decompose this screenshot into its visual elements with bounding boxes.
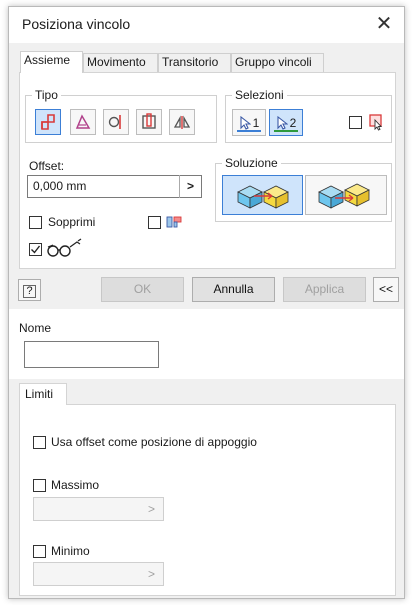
predict-offset-checkbox[interactable] (29, 243, 42, 256)
select-second-button[interactable]: 2 (269, 109, 303, 136)
close-icon: ✕ (375, 13, 393, 35)
tab-assieme[interactable]: Assieme (20, 51, 83, 73)
solution-mate-icon (236, 185, 289, 209)
tangent-constraint-icon (108, 115, 121, 129)
tab-limiti[interactable]: Limiti (19, 383, 67, 405)
minimo-input[interactable]: > (33, 562, 164, 586)
close-button[interactable]: ✕ (368, 9, 400, 39)
solution-mate-button[interactable] (222, 175, 303, 215)
massimo-checkbox[interactable] (33, 479, 46, 492)
select-second-label: 2 (289, 115, 297, 130)
selezioni-legend: Selezioni (232, 88, 287, 102)
insert-constraint-button[interactable] (136, 109, 162, 135)
ok-button[interactable]: OK (101, 277, 184, 302)
dialog-window: Posiziona vincolo ✕ Assieme Movimento Tr… (8, 6, 405, 599)
select-second-underline (274, 130, 298, 132)
offset-arrow-button[interactable]: > (179, 175, 201, 198)
show-preview-icon (166, 216, 182, 228)
nome-section: Nome (9, 309, 404, 379)
soluzione-group: Soluzione (215, 156, 392, 222)
massimo-arrow[interactable]: > (148, 502, 155, 516)
selezioni-group: Selezioni 1 2 (225, 88, 392, 143)
first-selection-icon (369, 114, 383, 131)
help-button[interactable]: ? (18, 279, 41, 301)
minimo-checkbox[interactable] (33, 545, 46, 558)
select-first-label: 1 (252, 115, 260, 130)
solution-flush-button[interactable] (305, 175, 387, 215)
minimo-arrow[interactable]: > (148, 567, 155, 581)
offset-label: Offset: (29, 159, 65, 173)
tipo-group: Tipo (25, 88, 217, 143)
solution-flush-icon (318, 183, 370, 209)
massimo-label: Massimo (51, 478, 100, 492)
offset-input[interactable]: 0,000 mm > (27, 175, 202, 198)
collapse-button[interactable]: << (373, 277, 399, 302)
first-selection-checkbox[interactable] (349, 116, 362, 129)
angle-constraint-button[interactable] (70, 109, 96, 135)
soluzione-legend: Soluzione (222, 156, 281, 170)
usa-offset-label: Usa offset come posizione di appoggio (51, 435, 257, 449)
assieme-panel: Tipo Selezioni 1 2 Offset: 0,000 mm > So… (19, 72, 396, 269)
sopprimi-label: Sopprimi (48, 215, 96, 229)
massimo-input[interactable]: > (33, 497, 164, 521)
nome-input[interactable] (24, 341, 159, 368)
applica-button[interactable]: Applica (283, 277, 366, 302)
insert-constraint-icon (142, 113, 156, 129)
title-bar: Posiziona vincolo ✕ (9, 7, 404, 43)
select-first-button[interactable]: 1 (232, 109, 266, 136)
minimo-label: Minimo (51, 544, 90, 558)
symmetry-constraint-button[interactable] (169, 109, 195, 135)
tab-gruppo-vincoli[interactable]: Gruppo vincoli (231, 53, 324, 72)
mate-constraint-icon (41, 114, 55, 130)
sopprimi-checkbox[interactable] (29, 216, 42, 229)
show-preview-checkbox[interactable] (148, 216, 161, 229)
usa-offset-checkbox[interactable] (33, 436, 46, 449)
tab-transitorio[interactable]: Transitorio (158, 53, 231, 72)
mate-constraint-button[interactable] (35, 109, 61, 135)
annulla-button[interactable]: Annulla (192, 277, 275, 302)
select-first-underline (237, 130, 261, 132)
dialog-title: Posiziona vincolo (22, 16, 131, 32)
cursor-2-icon (277, 115, 288, 130)
angle-constraint-icon (75, 114, 91, 129)
limiti-panel: Usa offset come posizione di appoggio Ma… (19, 404, 396, 596)
predict-offset-icon (47, 238, 82, 257)
cursor-1-icon (240, 115, 251, 130)
tab-movimento[interactable]: Movimento (83, 53, 158, 72)
checkmark-icon (31, 245, 41, 254)
tipo-legend: Tipo (32, 88, 61, 102)
nome-label: Nome (19, 321, 52, 335)
symmetry-constraint-icon (173, 115, 191, 129)
tangent-constraint-button[interactable] (103, 109, 129, 135)
offset-value: 0,000 mm (33, 179, 87, 193)
help-icon: ? (23, 285, 36, 298)
